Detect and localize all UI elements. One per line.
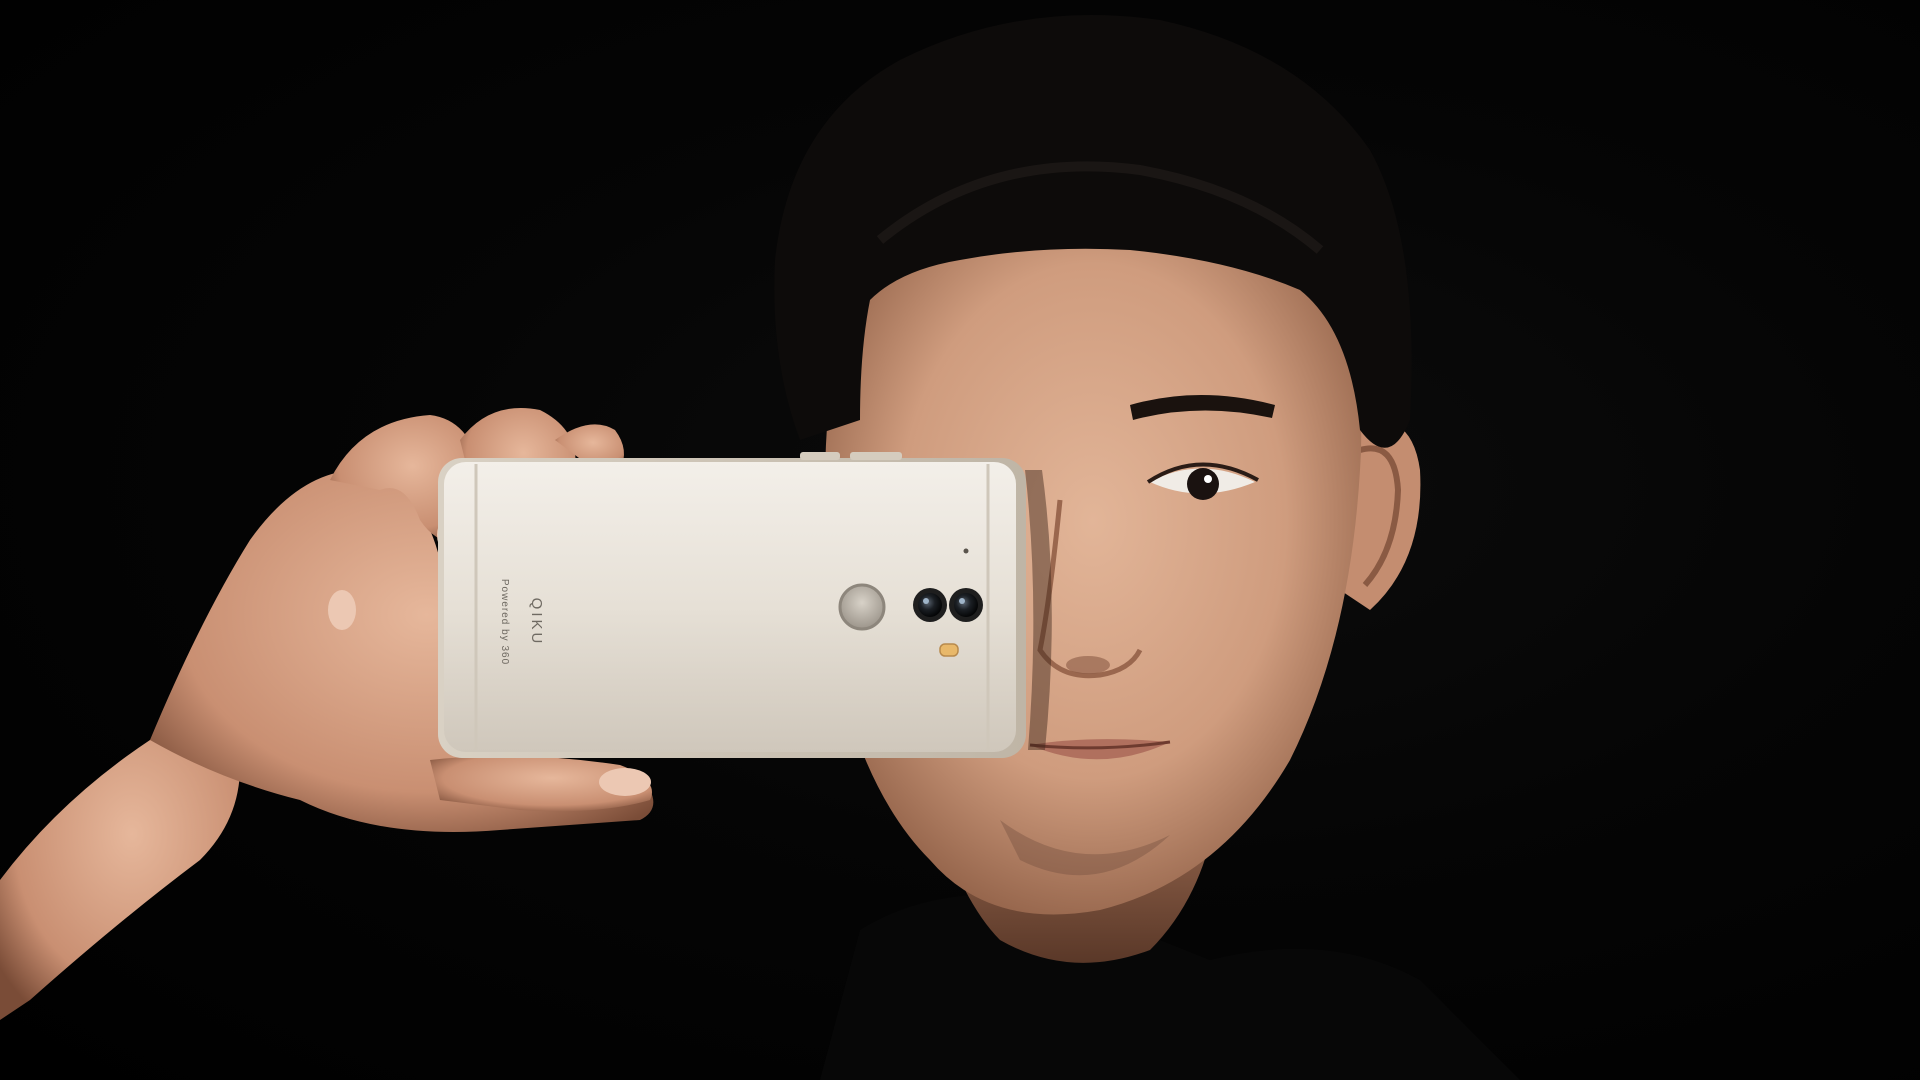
photo-scene: QIKU Powered by 360 <box>0 0 1920 1080</box>
phone-brand: QIKU <box>528 598 545 647</box>
flash <box>939 643 959 657</box>
portrait-photo: QIKU Powered by 360 <box>0 15 1520 1080</box>
fingerprint-sensor <box>838 583 886 631</box>
phone: QIKU Powered by 360 <box>438 452 1026 758</box>
phone-tagline: Powered by 360 <box>499 579 510 665</box>
